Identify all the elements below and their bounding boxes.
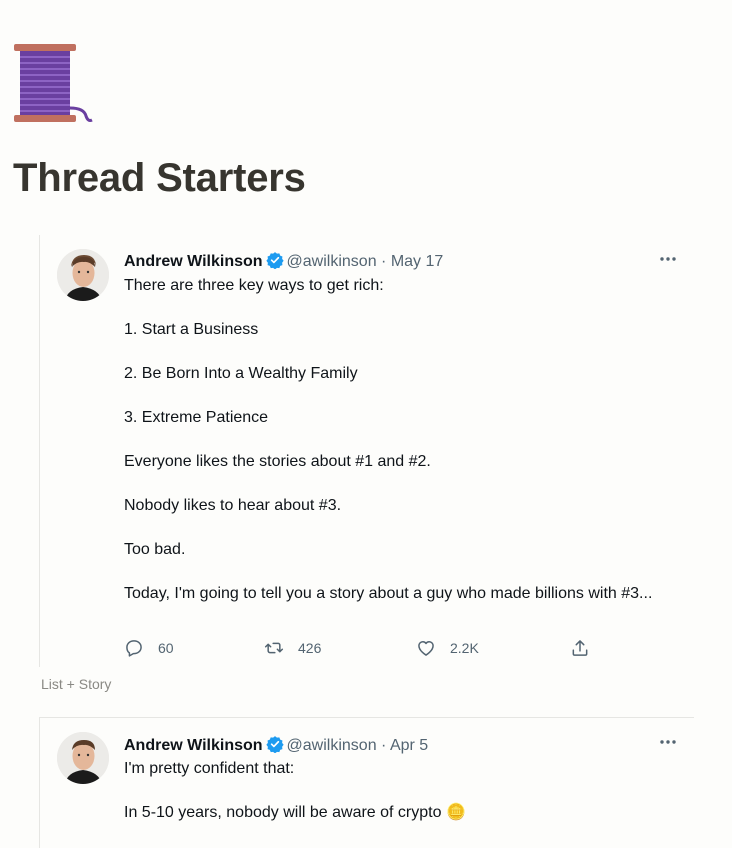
tweet-paragraph: 3. Extreme Patience [124, 409, 269, 426]
retweet-icon [264, 642, 284, 654]
tweet-paragraph: Too bad. [124, 541, 186, 558]
tweet-text: There are three key ways to get rich: 1.… [124, 275, 679, 627]
tweet-actions: 60 426 2.2K [124, 638, 604, 660]
avatar[interactable] [57, 249, 109, 301]
author-handle[interactable]: @awilkinson [287, 253, 377, 270]
tweet-paragraph: Today, I'm going to tell you a story abo… [124, 585, 653, 602]
retweet-button[interactable]: 426 [264, 638, 321, 658]
tweet-paragraph: 2. Be Born Into a Wealthy Family [124, 365, 358, 382]
tweet-paragraph: Nobody likes to hear about #3. [124, 497, 342, 514]
separator-dot: · [381, 737, 387, 754]
tweet-date[interactable]: May 17 [391, 253, 443, 270]
heart-icon [418, 641, 434, 656]
page-title: Thread Starters [13, 156, 306, 200]
embedded-tweet[interactable]: Andrew Wilkinson @awilkinson · Apr 5 I'm … [39, 717, 694, 848]
retweet-count: 426 [298, 640, 322, 656]
more-options-icon[interactable] [658, 253, 678, 265]
tweet-paragraph: There are three key ways to get rich: [124, 277, 384, 294]
share-icon [572, 640, 588, 656]
tweet-header: Andrew Wilkinson @awilkinson · May 17 [124, 251, 443, 272]
reply-button[interactable]: 60 [124, 638, 174, 658]
tweet-text: I'm pretty confident that: In 5-10 years… [124, 758, 679, 846]
embedded-tweet[interactable]: Andrew Wilkinson @awilkinson · May 17 The… [39, 235, 694, 667]
author-handle[interactable]: @awilkinson [287, 737, 377, 754]
tweet-paragraph: I'm pretty confident that: [124, 760, 295, 777]
avatar[interactable] [57, 732, 109, 784]
reply-icon [126, 640, 142, 657]
tweet-paragraph: Everyone likes the stories about #1 and … [124, 453, 431, 470]
more-options-icon[interactable] [658, 736, 678, 748]
spool-of-thread-icon [14, 44, 93, 122]
author-name[interactable]: Andrew Wilkinson [124, 737, 263, 754]
like-count: 2.2K [450, 640, 479, 656]
verified-badge-icon [265, 252, 284, 269]
like-button[interactable]: 2.2K [416, 638, 479, 658]
tweet-date[interactable]: Apr 5 [390, 737, 428, 754]
reply-count: 60 [158, 640, 174, 656]
verified-badge-icon [265, 736, 284, 753]
separator-dot: · [381, 253, 387, 270]
tweet-caption: List + Story [41, 676, 112, 692]
share-button[interactable] [570, 638, 590, 658]
author-name[interactable]: Andrew Wilkinson [124, 253, 263, 270]
tweet-paragraph: In 5-10 years, nobody will be aware of c… [124, 804, 466, 821]
tweet-paragraph: 1. Start a Business [124, 321, 259, 338]
tweet-header: Andrew Wilkinson @awilkinson · Apr 5 [124, 735, 428, 756]
